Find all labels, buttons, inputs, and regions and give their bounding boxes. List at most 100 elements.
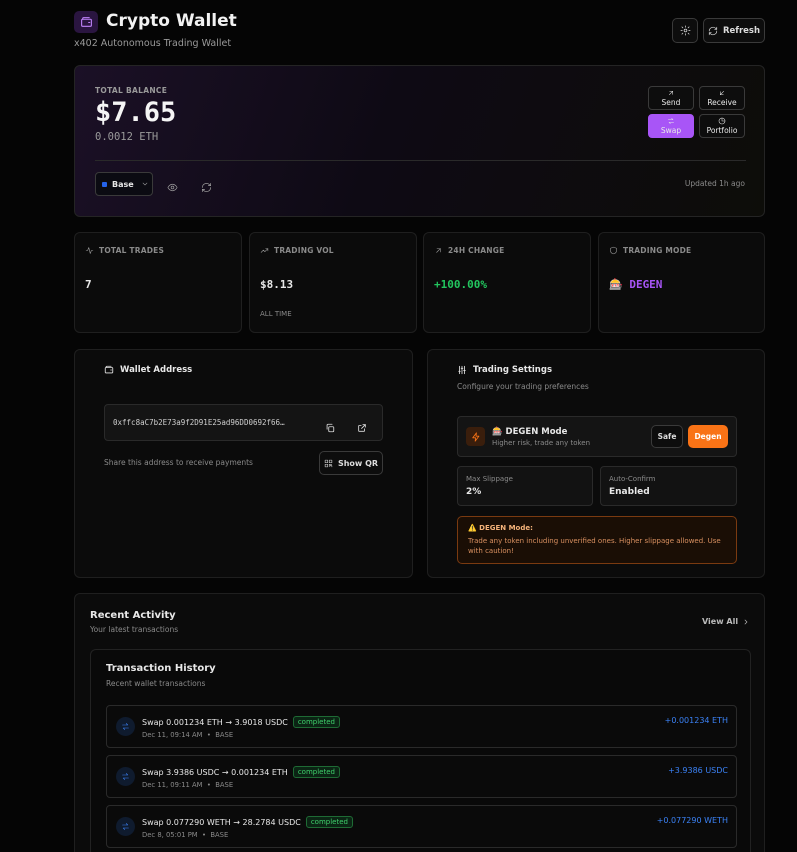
max-slippage-box[interactable]: Max Slippage 2% xyxy=(457,466,593,506)
app-logo xyxy=(74,11,98,33)
auto-confirm-value: Enabled xyxy=(609,487,650,497)
wallet-address-heading: Wallet Address xyxy=(104,365,192,375)
transaction-chain: BASE xyxy=(215,731,234,739)
recent-activity-subtitle: Your latest transactions xyxy=(90,625,179,634)
transaction-history-title: Transaction History xyxy=(106,663,216,674)
stat-value: 7 xyxy=(85,278,92,291)
transaction-title: Swap 0.077290 WETH → 28.2784 USDC xyxy=(142,817,301,827)
balance-divider xyxy=(95,160,746,161)
balance-card: TOTAL BALANCE $7.65 0.0012 ETH Send Rece… xyxy=(74,65,765,217)
eye-icon xyxy=(167,183,178,192)
transaction-chain: BASE xyxy=(215,781,234,789)
trading-settings-subtitle: Configure your trading preferences xyxy=(457,382,589,391)
arrow-down-left-icon xyxy=(720,91,724,95)
network-label: Base xyxy=(112,179,134,189)
wallet-address[interactable]: 0xffc8aC7b2E73a9f2D91E25ad96DD0692f66… xyxy=(113,418,285,427)
chevron-right-icon xyxy=(744,619,748,624)
transaction-chain: BASE xyxy=(210,831,229,839)
mode-title: 🎰 DEGEN Mode xyxy=(492,427,568,437)
transaction-row[interactable]: Swap 0.001234 ETH → 3.9018 USDC completed… xyxy=(106,705,737,748)
stat-sub: ALL TIME xyxy=(260,310,292,318)
swap-icon xyxy=(116,717,135,736)
recent-activity-card: Recent Activity Your latest transactions… xyxy=(74,593,765,852)
transaction-history-panel: Transaction History Recent wallet transa… xyxy=(90,649,751,852)
copy-icon xyxy=(326,423,335,433)
stat-value: 🎰 DEGEN xyxy=(609,278,663,291)
swap-icon xyxy=(116,767,135,786)
mode-row: 🎰 DEGEN Mode Higher risk, trade any toke… xyxy=(457,416,737,457)
swap-icon xyxy=(116,817,135,836)
balance-label: TOTAL BALANCE xyxy=(95,86,168,95)
max-slippage-label: Max Slippage xyxy=(466,475,513,483)
settings-button[interactable] xyxy=(672,18,698,43)
page-title: Crypto Wallet xyxy=(106,11,237,31)
view-all-link[interactable]: View All xyxy=(702,617,750,626)
transaction-amount: +3.9386 USDC xyxy=(668,766,728,775)
activity-icon xyxy=(85,247,94,254)
transaction-row[interactable]: Swap 3.9386 USDC → 0.001234 ETH completed… xyxy=(106,755,737,798)
send-button[interactable]: Send xyxy=(648,86,694,110)
arrow-up-right-icon xyxy=(669,91,673,95)
transaction-title: Swap 3.9386 USDC → 0.001234 ETH xyxy=(142,767,288,777)
status-badge: completed xyxy=(292,766,340,778)
wallet-icon xyxy=(80,16,92,27)
receive-button[interactable]: Receive xyxy=(699,86,745,110)
transaction-row[interactable]: Swap 0.077290 WETH → 28.2784 USDC complet… xyxy=(106,805,737,848)
external-link-icon xyxy=(358,424,366,432)
refresh-icon xyxy=(708,26,718,35)
balance-usd: $7.65 xyxy=(95,97,177,128)
swap-icon xyxy=(668,118,674,124)
swap-button[interactable]: Swap xyxy=(648,114,694,138)
transaction-date: Dec 8, 05:01 PM xyxy=(142,831,198,839)
copy-address-button[interactable] xyxy=(325,418,335,437)
degen-warning: ⚠️ DEGEN Mode: Trade any token including… xyxy=(457,516,737,564)
address-hint: Share this address to receive payments xyxy=(104,458,253,467)
pie-chart-icon xyxy=(718,117,726,125)
address-box: 0xffc8aC7b2E73a9f2D91E25ad96DD0692f66… xyxy=(104,404,383,441)
refresh-label: Refresh xyxy=(722,25,761,36)
portfolio-button[interactable]: Portfolio xyxy=(699,114,745,138)
degen-mode-button[interactable]: Degen xyxy=(688,425,728,448)
shield-icon xyxy=(610,246,617,255)
balance-eth: 0.0012 ETH xyxy=(95,131,159,143)
trading-settings-heading: Trading Settings xyxy=(457,365,552,375)
stat-value: +100.00% xyxy=(434,278,487,291)
transaction-date: Dec 11, 09:14 AM xyxy=(142,731,203,739)
stat-trading-vol: TRADING VOL $8.13 ALL TIME xyxy=(249,232,417,333)
max-slippage-value: 2% xyxy=(466,487,482,497)
network-dot xyxy=(102,181,107,187)
warning-text: Trade any token including unverified one… xyxy=(468,537,721,555)
show-qr-button[interactable]: Show QR xyxy=(319,451,383,475)
network-select[interactable]: Base xyxy=(95,172,153,196)
auto-confirm-box[interactable]: Auto-Confirm Enabled xyxy=(600,466,737,506)
transaction-amount: +0.077290 WETH xyxy=(656,816,728,825)
sliders-icon xyxy=(458,365,466,375)
stat-trading-mode: TRADING MODE 🎰 DEGEN xyxy=(598,232,765,333)
transaction-date: Dec 11, 09:11 AM xyxy=(142,781,203,789)
transaction-history-subtitle: Recent wallet transactions xyxy=(106,679,206,688)
open-explorer-button[interactable] xyxy=(357,418,367,437)
transaction-amount: +0.001234 ETH xyxy=(664,716,728,725)
arrow-up-right-icon xyxy=(436,248,441,253)
toggle-visibility-button[interactable] xyxy=(167,178,178,197)
mode-description: Higher risk, trade any token xyxy=(492,439,591,447)
refresh-button[interactable]: Refresh xyxy=(703,18,765,43)
trading-settings-card: Trading Settings Configure your trading … xyxy=(427,349,765,578)
safe-mode-button[interactable]: Safe xyxy=(651,425,683,448)
refresh-balance-button[interactable] xyxy=(201,178,212,197)
stat-value: $8.13 xyxy=(260,278,294,291)
status-badge: completed xyxy=(292,716,340,728)
wallet-address-card: Wallet Address 0xffc8aC7b2E73a9f2D91E25a… xyxy=(74,349,413,578)
status-badge: completed xyxy=(305,816,353,828)
updated-time: Updated 1h ago xyxy=(684,179,745,188)
trending-up-icon xyxy=(260,248,269,253)
stat-24h-change: 24H CHANGE +100.00% xyxy=(423,232,591,333)
gear-icon xyxy=(680,25,690,36)
warning-title: ⚠️ DEGEN Mode: xyxy=(468,524,533,532)
mode-icon-box xyxy=(466,427,485,446)
chevron-down-icon xyxy=(142,182,147,186)
auto-confirm-label: Auto-Confirm xyxy=(609,475,656,483)
page-subtitle: x402 Autonomous Trading Wallet xyxy=(74,38,232,49)
recent-activity-title: Recent Activity xyxy=(90,610,176,621)
transaction-title: Swap 0.001234 ETH → 3.9018 USDC xyxy=(142,717,288,727)
